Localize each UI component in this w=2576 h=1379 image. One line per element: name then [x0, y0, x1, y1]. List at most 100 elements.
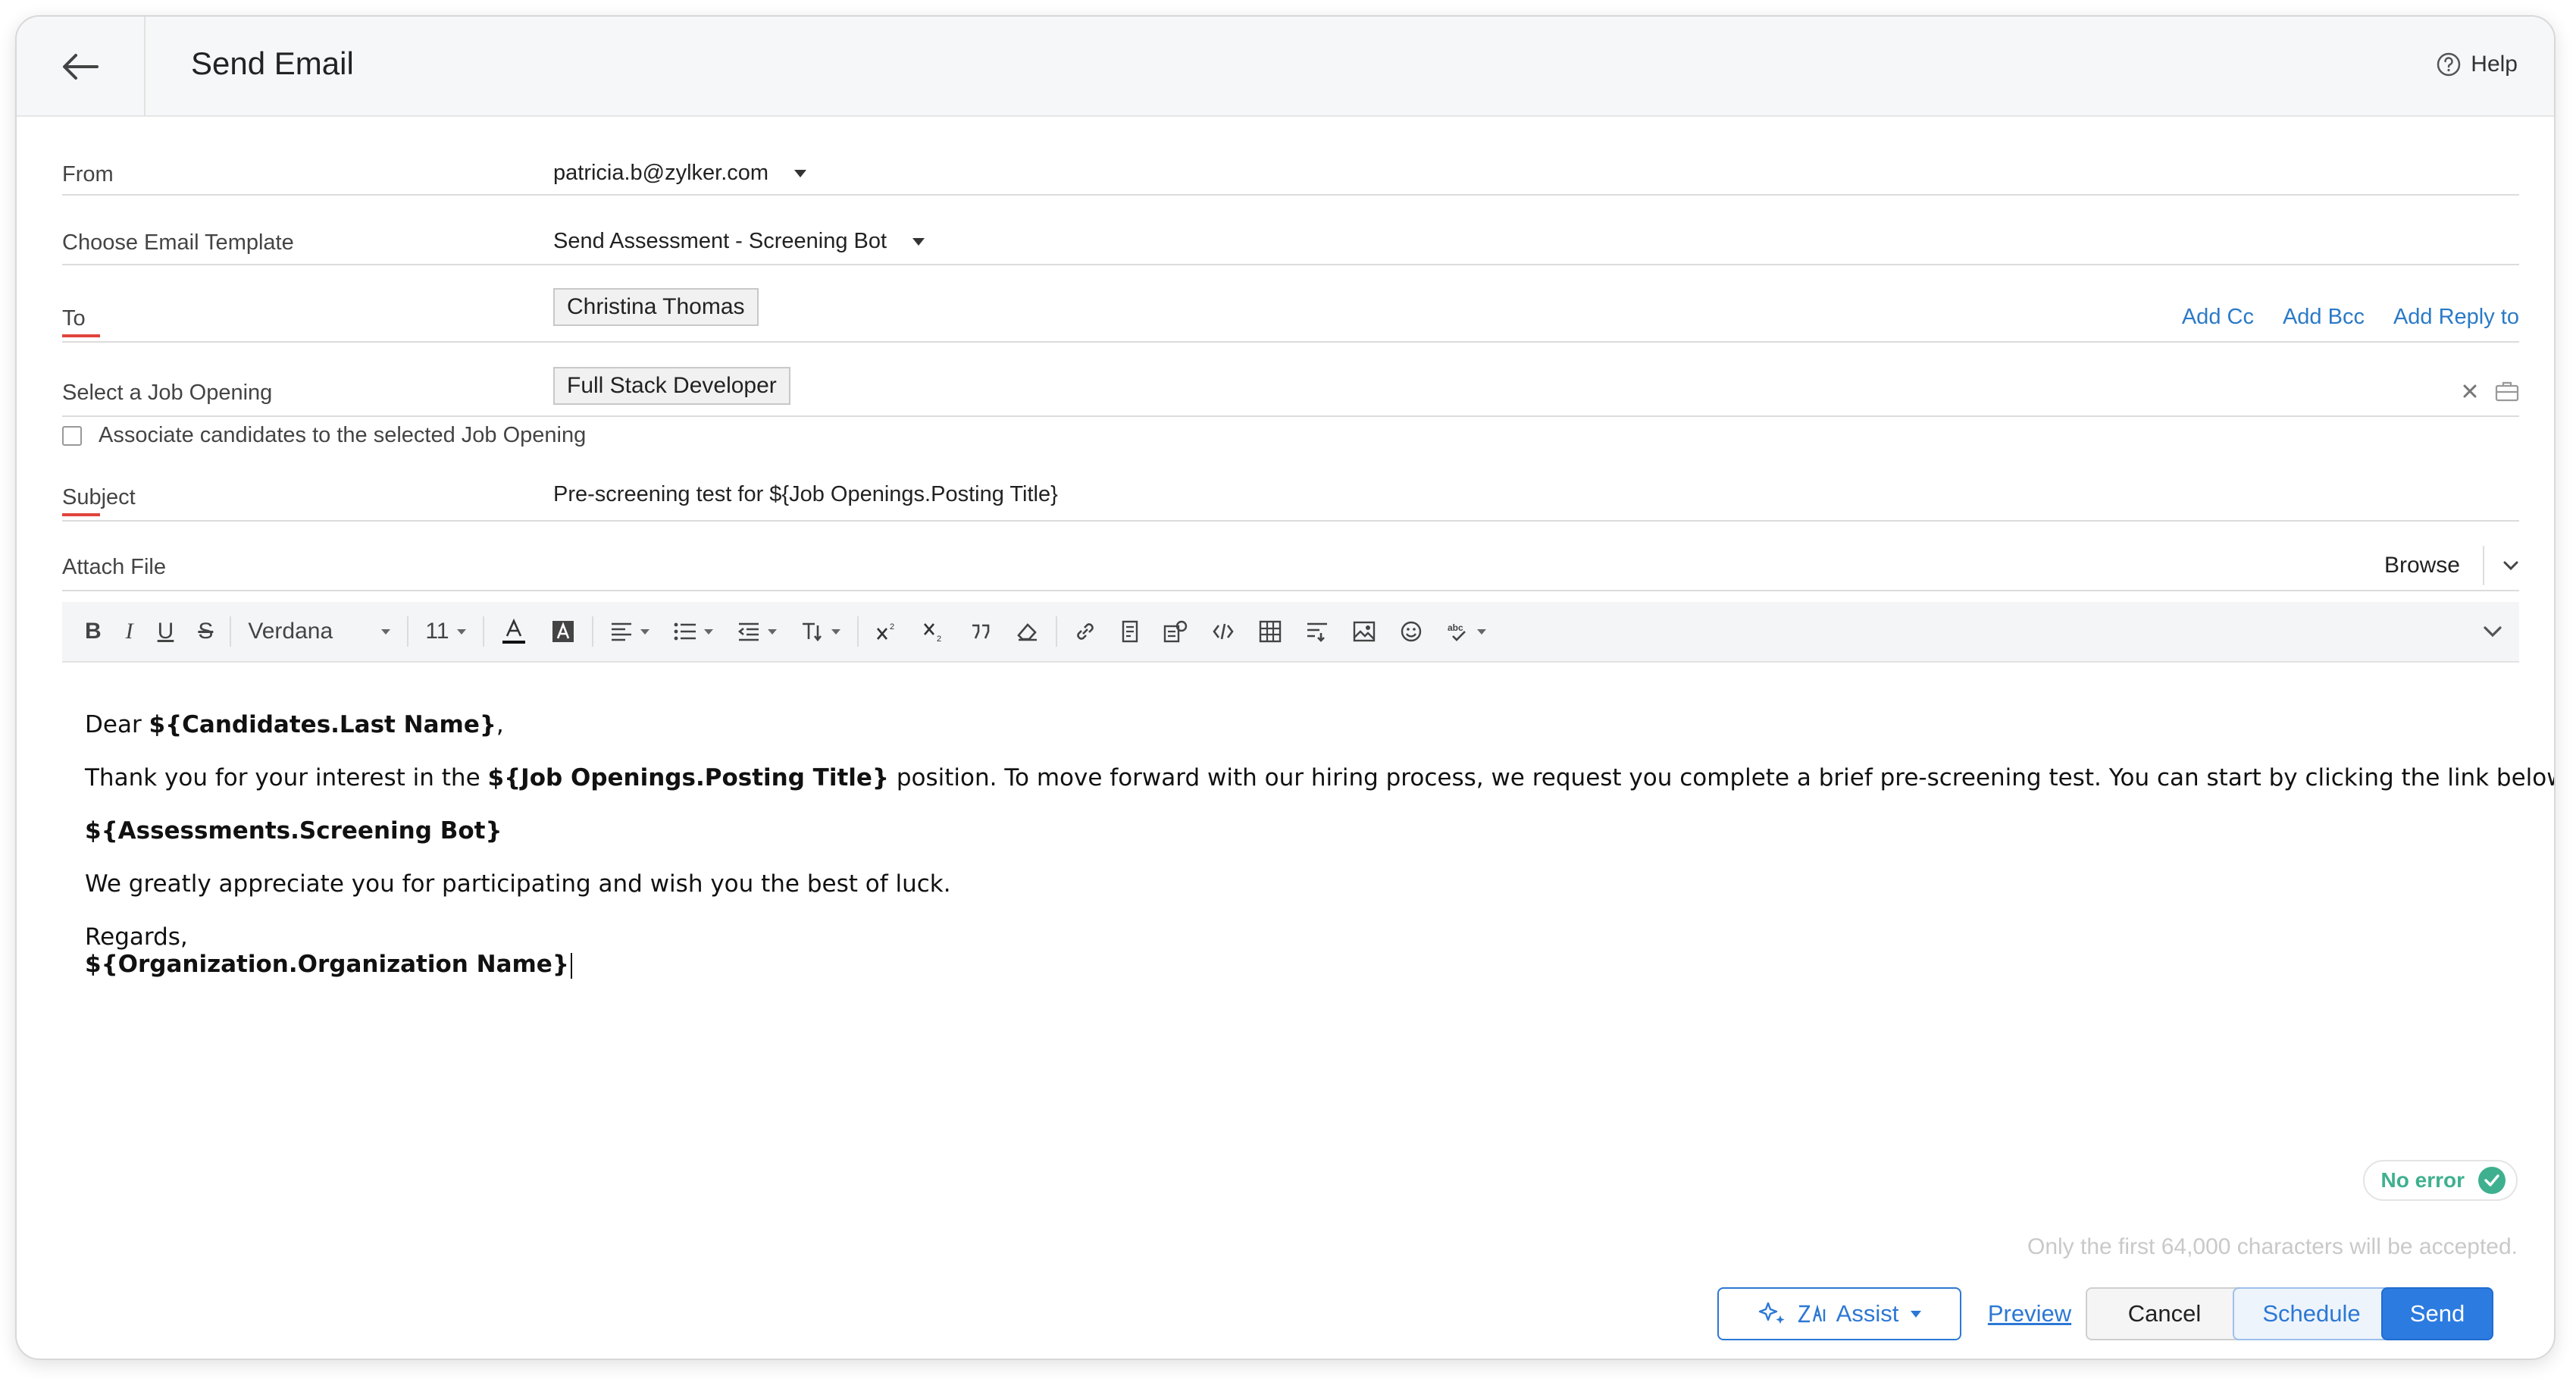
editor-toolbar: B I U S Verdana 11 2 2 abc [62, 602, 2519, 663]
text-direction-button[interactable] [1294, 601, 1341, 662]
associate-checkbox-row[interactable]: Associate candidates to the selected Job… [62, 423, 586, 448]
from-select[interactable]: patricia.b@zylker.com [553, 161, 807, 186]
assist-button[interactable]: Assist [1717, 1287, 1961, 1340]
chevron-down-icon [767, 628, 777, 635]
recipient-chip[interactable]: Christina Thomas [553, 288, 759, 326]
merge-field: ${Job Openings.Posting Title} [487, 764, 889, 791]
validation-status-badge: No error [2362, 1160, 2518, 1201]
blockquote-button[interactable] [957, 601, 1004, 662]
font-family-value: Verdana [248, 619, 333, 644]
italic-button[interactable]: I [114, 601, 146, 662]
to-label: To [62, 306, 100, 337]
associate-label: Associate candidates to the selected Job… [99, 423, 587, 447]
align-left-icon [611, 622, 631, 641]
required-marker [62, 334, 100, 337]
svg-text:abc: abc [1448, 622, 1463, 633]
subject-input[interactable]: Pre-screening test for ${Job Openings.Po… [553, 482, 1058, 507]
insert-field-button[interactable] [1109, 601, 1151, 662]
chevron-down-icon [640, 628, 649, 635]
email-body-editor[interactable]: Dear ${Candidates.Last Name}, Thank you … [62, 666, 2554, 1227]
clear-format-button[interactable] [1004, 601, 1051, 662]
preview-link[interactable]: Preview [1954, 1287, 2105, 1340]
sparkle-icon [1758, 1302, 1785, 1324]
add-bcc-link[interactable]: Add Bcc [2283, 305, 2365, 330]
merge-field: ${Organization.Organization Name} [85, 951, 569, 978]
bullet-list-icon [674, 622, 696, 641]
insert-emoji-button[interactable] [1388, 601, 1435, 662]
text-cursor [570, 952, 572, 979]
help-icon [2437, 52, 2461, 77]
underline-button[interactable]: U [146, 601, 186, 662]
add-reply-to-link[interactable]: Add Reply to [2393, 305, 2519, 330]
check-circle-icon [2478, 1167, 2506, 1194]
from-label: From [62, 162, 114, 186]
superscript-button[interactable]: 2 [863, 601, 910, 662]
close-icon[interactable] [2462, 383, 2478, 400]
eraser-icon [1016, 623, 1037, 641]
page-title: Send Email [191, 45, 354, 81]
font-size-value: 11 [425, 619, 449, 644]
chevron-down-icon[interactable] [2502, 560, 2519, 571]
to-field[interactable]: Christina Thomas [553, 288, 759, 326]
from-value: patricia.b@zylker.com [553, 161, 769, 185]
font-size-select[interactable]: 11 [413, 601, 477, 662]
browse-button[interactable]: Browse [2384, 553, 2460, 578]
link-icon [1076, 623, 1094, 640]
insert-template-button[interactable] [1151, 601, 1200, 662]
associate-checkbox[interactable] [62, 425, 82, 446]
briefcase-icon[interactable] [2495, 381, 2519, 402]
chevron-down-icon [456, 628, 466, 635]
image-icon [1353, 621, 1375, 642]
spellcheck-button[interactable]: abc [1435, 601, 1498, 662]
template-select[interactable]: Send Assessment - Screening Bot [553, 229, 925, 254]
send-button[interactable]: Send [2381, 1287, 2493, 1340]
insert-link-button[interactable] [1062, 601, 1109, 662]
character-limit-note: Only the first 64,000 characters will be… [2027, 1234, 2518, 1259]
indent-icon [737, 622, 759, 641]
help-label: Help [2471, 52, 2518, 77]
assist-label: Assist [1836, 1300, 1899, 1327]
superscript-icon: 2 [876, 622, 894, 640]
font-family-select[interactable]: Verdana [236, 601, 402, 662]
chevron-down-icon [912, 237, 925, 246]
insert-table-button[interactable] [1247, 601, 1294, 662]
list-button[interactable] [662, 601, 725, 662]
chevron-down-icon[interactable] [2480, 619, 2506, 644]
chevron-down-icon [831, 628, 840, 635]
source-code-button[interactable] [1200, 601, 1247, 662]
bold-button[interactable]: B [73, 601, 114, 662]
schedule-button[interactable]: Schedule [2233, 1287, 2390, 1340]
spellcheck-icon: abc [1448, 622, 1466, 641]
job-opening-field[interactable]: Full Stack Developer [553, 367, 790, 405]
arrow-left-icon [63, 54, 99, 80]
insert-image-button[interactable] [1341, 601, 1388, 662]
chevron-down-icon [1476, 628, 1486, 635]
subscript-button[interactable]: 2 [910, 601, 957, 662]
svg-text:2: 2 [890, 622, 894, 632]
strikethrough-button[interactable]: S [186, 601, 225, 662]
cancel-button[interactable]: Cancel [2086, 1287, 2243, 1340]
required-marker [62, 513, 100, 516]
help-link[interactable]: Help [2436, 52, 2518, 77]
chevron-down-icon [1911, 1310, 1922, 1318]
greeting-line: Dear ${Candidates.Last Name}, [85, 711, 504, 738]
indent-button[interactable] [725, 601, 789, 662]
highlight-color-button[interactable] [539, 601, 587, 662]
subscript-icon: 2 [923, 623, 941, 642]
attach-row: Attach File Browse [62, 540, 2519, 591]
text-color-button[interactable] [489, 601, 539, 662]
text-direction-icon [1307, 622, 1327, 642]
document-icon [1122, 620, 1138, 643]
back-button[interactable] [17, 17, 146, 117]
subject-row: Subject Pre-screening test for ${Job Ope… [62, 467, 2519, 522]
template-row: Choose Email Template Send Assessment - … [62, 212, 2519, 265]
align-button[interactable] [598, 601, 662, 662]
line-height-button[interactable] [789, 601, 853, 662]
chevron-down-icon [703, 628, 713, 635]
subject-label: Subject [62, 485, 136, 516]
quote-icon [972, 624, 989, 639]
assessment-line: ${Assessments.Screening Bot} [85, 817, 502, 845]
job-opening-chip[interactable]: Full Stack Developer [553, 367, 790, 405]
add-cc-link[interactable]: Add Cc [2182, 305, 2254, 330]
header-bar: Send Email Help [17, 17, 2554, 117]
